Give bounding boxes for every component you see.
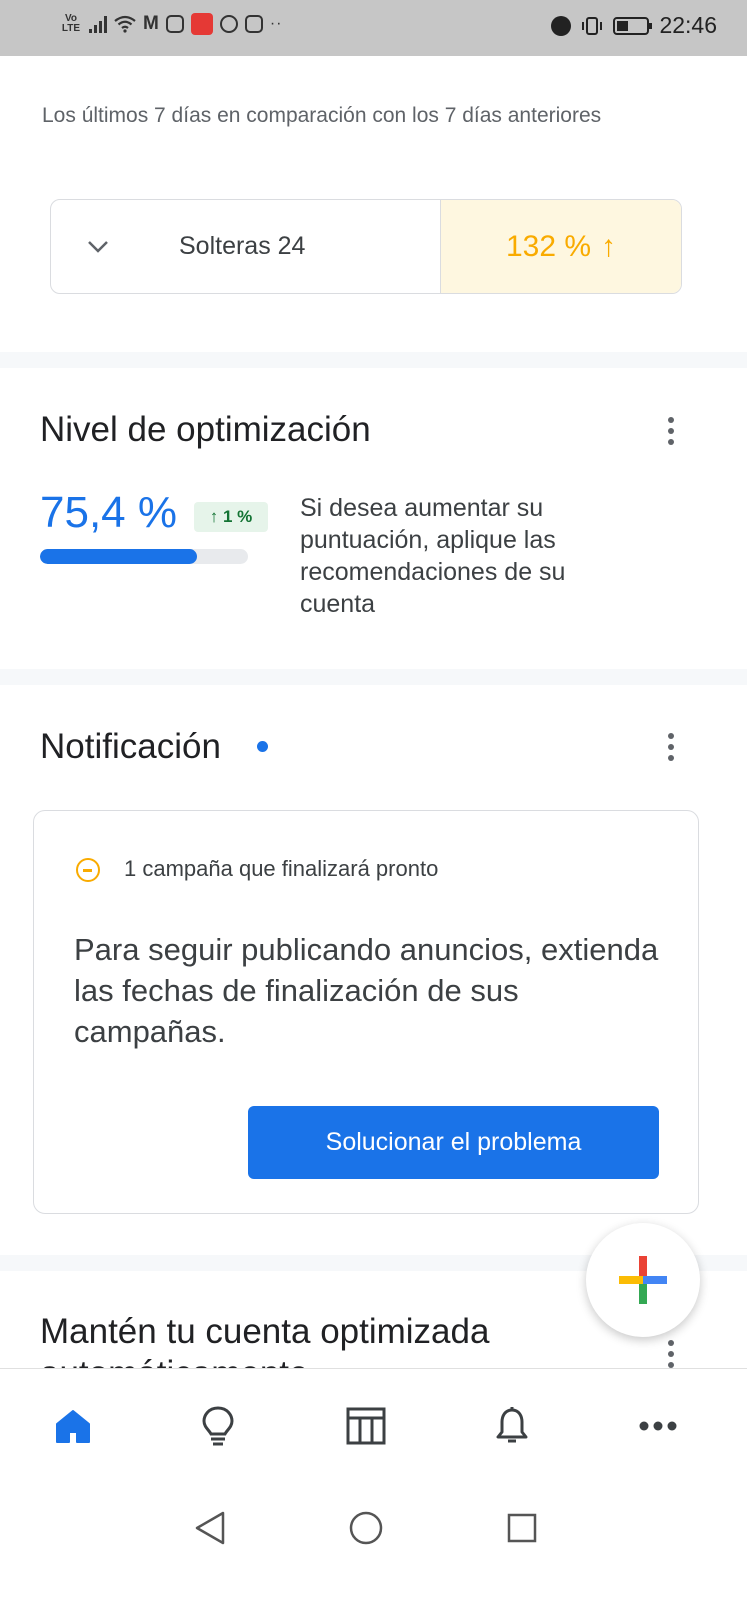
optimization-description: Si desea aumentar su puntuación, aplique… <box>300 494 566 618</box>
notification-body: Para seguir publicando anuncios, extiend… <box>74 932 659 1049</box>
back-button[interactable] <box>190 1508 230 1548</box>
status-icons-left: Vo LTE M ·· <box>60 13 282 35</box>
campaign-selector[interactable]: Solteras 24 <box>51 200 441 293</box>
nav-more[interactable] <box>635 1403 681 1449</box>
lightbulb-icon <box>202 1406 234 1446</box>
notification-card: 1 campaña que finalizará pronto Para seg… <box>33 810 699 1214</box>
recents-square-icon <box>507 1513 537 1543</box>
home-button[interactable] <box>346 1508 386 1548</box>
nav-campaigns[interactable] <box>343 1403 389 1449</box>
status-bar: Vo LTE M ·· 22:46 <box>0 0 747 56</box>
home-circle-icon <box>349 1511 383 1545</box>
nav-home[interactable] <box>50 1403 96 1449</box>
auto-optimize-title: Mantén tu cuenta optimizada <box>40 1312 490 1351</box>
arrow-up-icon: ↑ <box>601 229 617 263</box>
nav-recommendations[interactable] <box>195 1403 241 1449</box>
warning-minus-icon <box>76 858 100 882</box>
battery-icon <box>613 16 653 35</box>
fix-problem-button[interactable]: Solucionar el problema <box>248 1106 659 1179</box>
comparison-subtitle: Los últimos 7 días en comparación con lo… <box>42 104 602 127</box>
unread-dot <box>257 741 268 752</box>
wifi-icon <box>114 15 136 33</box>
volte-indicator: Vo LTE <box>61 13 81 34</box>
change-value: 132 % <box>505 229 592 263</box>
back-triangle-icon <box>195 1511 225 1545</box>
signal-icon <box>89 15 107 33</box>
auto-optimize-title-cont: automáticamente <box>40 1354 308 1368</box>
recents-button[interactable] <box>502 1508 542 1548</box>
shopping-bag-icon <box>190 13 213 35</box>
vibrate-icon <box>582 16 603 35</box>
campaign-name: Solteras 24 <box>179 232 306 260</box>
optimization-more-icon[interactable] <box>666 417 676 445</box>
more-notifications-icon: ·· <box>269 15 283 32</box>
notification-title: Notificación <box>40 727 221 766</box>
bottom-navigation <box>0 1368 747 1479</box>
instagram-icon-2 <box>244 15 263 33</box>
optimization-title: Nivel de optimización <box>40 410 371 449</box>
table-icon <box>346 1407 386 1445</box>
gmail-icon: M <box>143 13 159 34</box>
clock: 22:46 <box>659 12 717 38</box>
section-divider <box>0 352 747 368</box>
notification-alert-label: 1 campaña que finalizará pronto <box>124 856 439 881</box>
create-fab[interactable] <box>586 1223 700 1337</box>
auto-optimize-more-icon[interactable] <box>666 1340 676 1368</box>
campaign-comparison-card: Solteras 24 132 % ↑ <box>50 199 682 294</box>
bell-icon <box>496 1407 528 1443</box>
optimization-progress-bar <box>40 549 248 564</box>
optimization-progress-fill <box>40 549 197 564</box>
score-delta-badge: ↑ 1 % <box>194 502 268 532</box>
home-icon <box>56 1410 90 1443</box>
more-horiz-icon <box>639 1421 677 1431</box>
section-divider <box>0 669 747 685</box>
alarm-icon <box>551 15 572 36</box>
optimization-score: 75,4 % <box>40 488 177 537</box>
plus-icon <box>619 1256 667 1304</box>
instagram-icon <box>165 15 184 33</box>
change-indicator: 132 % ↑ <box>441 200 681 293</box>
chevron-down-icon <box>87 236 109 258</box>
system-navigation-bar <box>0 1478 747 1600</box>
status-icons-right: 22:46 <box>551 12 717 39</box>
notification-more-icon[interactable] <box>666 733 676 761</box>
whatsapp-icon <box>219 15 238 33</box>
nav-notifications[interactable] <box>489 1403 535 1449</box>
